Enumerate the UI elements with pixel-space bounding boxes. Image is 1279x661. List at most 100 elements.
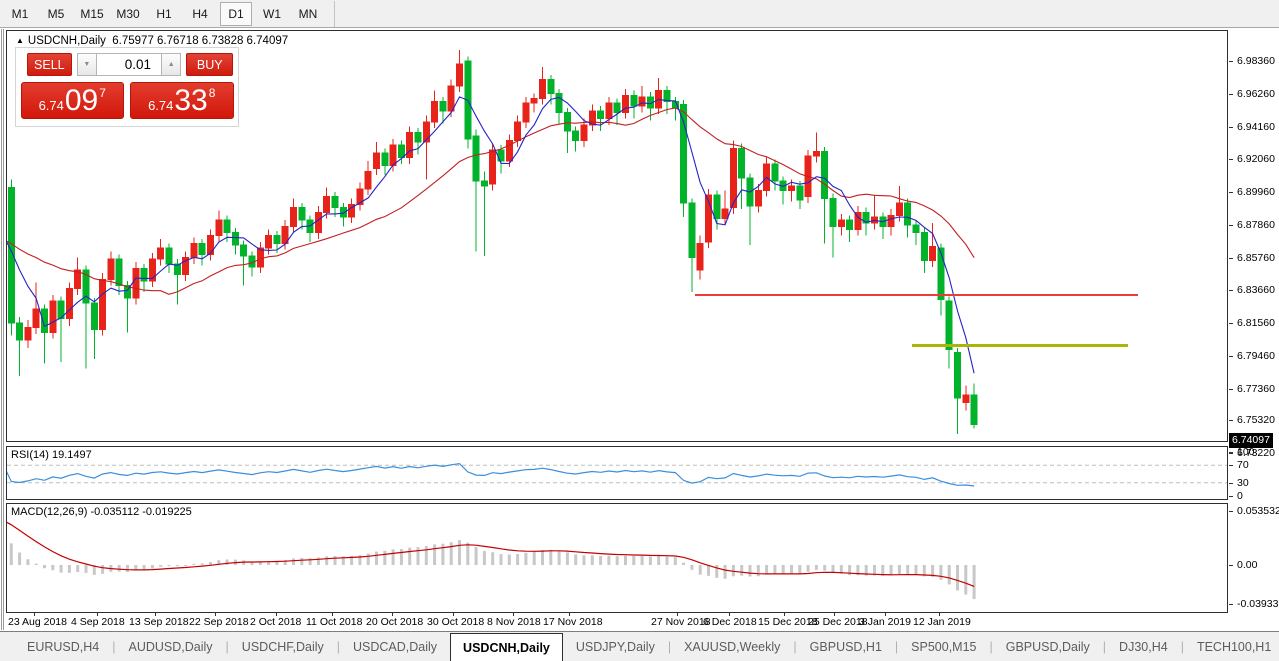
macd-label: MACD(12,26,9) -0.035112 -0.019225 (11, 506, 192, 518)
rsi-axis-label: 0 (1237, 490, 1243, 502)
timeframe-toolbar: M1M5M15M30H1H4D1W1MN (0, 0, 1279, 28)
volume-decrease-button[interactable]: ▼ (77, 53, 97, 76)
timeframe-button-d1[interactable]: D1 (220, 2, 252, 26)
rsi-panel[interactable]: RSI(14) 19.1497 (6, 446, 1228, 500)
price-axis-label: 6.77360 (1237, 383, 1275, 395)
rsi-axis-tick (1229, 483, 1233, 484)
trading-terminal: { "toolbar": { "timeframes": ["M1","M5",… (0, 0, 1279, 661)
rsi-axis-tick (1229, 496, 1233, 497)
price-axis-tick (1229, 389, 1233, 390)
date-axis-label: 4 Sep 2018 (71, 616, 125, 628)
tab-dj30-h4[interactable]: DJ30,H4 (1106, 632, 1181, 661)
macd-panel[interactable]: MACD(12,26,9) -0.035112 -0.019225 (6, 503, 1228, 613)
chart-title: ▲ USDCNH,Daily 6.75977 6.76718 6.73828 6.… (16, 35, 288, 47)
sell-price-major: 6.74 (39, 98, 64, 113)
price-axis-label: 6.75320 (1237, 414, 1275, 426)
price-axis-label: 6.94160 (1237, 121, 1275, 133)
timeframe-button-m5[interactable]: M5 (40, 2, 72, 26)
date-axis[interactable]: 23 Aug 20184 Sep 201813 Sep 201822 Sep 2… (6, 613, 1228, 630)
sell-price-pips: 09 (65, 84, 98, 118)
date-axis-label: 6 Dec 2018 (703, 616, 757, 628)
price-axis-label: 6.81560 (1237, 317, 1275, 329)
price-axis-label: 6.98360 (1237, 55, 1275, 67)
chart-ohlc-values: 6.75977 6.76718 6.73828 6.74097 (112, 35, 288, 47)
price-axis-tick (1229, 290, 1233, 291)
tab-gbpusd-daily[interactable]: GBPUSD,Daily (993, 632, 1103, 661)
date-axis-label: 2 Oct 2018 (250, 616, 301, 628)
chart-symbol-label: USDCNH,Daily (28, 35, 106, 47)
tab-eurusd-h4[interactable]: EURUSD,H4 (14, 632, 112, 661)
chart-tab-bar: EURUSD,H4|AUDUSD,Daily|USDCHF,Daily|USDC… (0, 631, 1279, 661)
price-axis-label: 6.87860 (1237, 219, 1275, 231)
price-axis-tick (1229, 127, 1233, 128)
price-axis-label: 6.85760 (1237, 252, 1275, 264)
price-axis-tick (1229, 420, 1233, 421)
timeframe-button-m30[interactable]: M30 (112, 2, 144, 26)
rsi-axis-label: 30 (1237, 477, 1249, 489)
volume-input[interactable] (97, 53, 161, 76)
date-axis-label: 11 Oct 2018 (306, 616, 362, 628)
price-axis-tick (1229, 159, 1233, 160)
tab-xauusd-weekly[interactable]: XAUUSD,Weekly (671, 632, 793, 661)
tab-gbpusd-h1[interactable]: GBPUSD,H1 (797, 632, 895, 661)
rsi-axis-label: 100 (1237, 446, 1255, 458)
date-axis-label: 30 Oct 2018 (427, 616, 484, 628)
tab-usdchf-daily[interactable]: USDCHF,Daily (229, 632, 337, 661)
timeframe-button-h4[interactable]: H4 (184, 2, 216, 26)
macd-axis-tick (1229, 511, 1233, 512)
timeframe-button-m1[interactable]: M1 (4, 2, 36, 26)
rsi-label: RSI(14) 19.1497 (11, 449, 92, 461)
tab-usdcnh-daily[interactable]: USDCNH,Daily (450, 633, 563, 661)
one-click-trading-panel: SELL ▼ ▲ BUY 6.74097 6.74338 (15, 47, 239, 127)
date-axis-label: 3 Jan 2019 (859, 616, 911, 628)
tab-usdcad-daily[interactable]: USDCAD,Daily (340, 632, 450, 661)
timeframe-button-mn[interactable]: MN (292, 2, 324, 26)
price-axis-tick (1229, 192, 1233, 193)
buy-price-major: 6.74 (148, 98, 173, 113)
price-axis-tick (1229, 356, 1233, 357)
price-axis-label: 6.83660 (1237, 284, 1275, 296)
price-axis-label: 6.89960 (1237, 186, 1275, 198)
buy-price-pips: 33 (174, 84, 207, 118)
chart-area: ▲ USDCNH,Daily 6.75977 6.76718 6.73828 6.… (0, 29, 1279, 630)
toolbar-separator (334, 1, 335, 27)
date-axis-label: 13 Sep 2018 (129, 616, 189, 628)
price-axis-label: 6.96260 (1237, 88, 1275, 100)
buy-button[interactable]: BUY (186, 53, 233, 76)
timeframe-button-h1[interactable]: H1 (148, 2, 180, 26)
macd-axis-label: 0.00 (1237, 559, 1257, 571)
tab-audusd-daily[interactable]: AUDUSD,Daily (116, 632, 226, 661)
collapse-arrow-icon[interactable]: ▲ (16, 36, 24, 45)
volume-increase-button[interactable]: ▲ (161, 53, 181, 76)
buy-price-point: 8 (209, 86, 216, 100)
macd-chart (7, 504, 1227, 612)
date-axis-label: 27 Nov 2018 (651, 616, 711, 628)
rsi-axis-label: 70 (1237, 459, 1249, 471)
macd-axis-tick (1229, 565, 1233, 566)
timeframe-button-m15[interactable]: M15 (76, 2, 108, 26)
sell-button[interactable]: SELL (27, 53, 72, 76)
rsi-axis-tick (1229, 452, 1233, 453)
price-axis-tick (1229, 61, 1233, 62)
date-axis-label: 8 Nov 2018 (487, 616, 541, 628)
price-axis-tick (1229, 323, 1233, 324)
price-axis-tick (1229, 453, 1233, 454)
rsi-chart (7, 447, 1227, 499)
price-axis-tick (1229, 258, 1233, 259)
timeframe-button-w1[interactable]: W1 (256, 2, 288, 26)
price-axis[interactable]: 6.74097 6.983606.962606.941606.920606.89… (1228, 29, 1279, 630)
date-axis-label: 17 Nov 2018 (543, 616, 603, 628)
sell-price-button[interactable]: 6.74097 (21, 82, 124, 119)
tab-sp500-m15[interactable]: SP500,M15 (898, 632, 989, 661)
macd-axis-tick (1229, 604, 1233, 605)
price-axis-label: 6.92060 (1237, 153, 1275, 165)
tab-tech100-h1[interactable]: TECH100,H1 (1184, 632, 1279, 661)
buy-price-button[interactable]: 6.74338 (130, 82, 235, 119)
date-axis-label: 20 Oct 2018 (366, 616, 423, 628)
date-axis-label: 22 Sep 2018 (189, 616, 249, 628)
price-axis-tick (1229, 225, 1233, 226)
price-chart-panel[interactable]: ▲ USDCNH,Daily 6.75977 6.76718 6.73828 6.… (6, 30, 1228, 442)
tab-usdjpy-daily[interactable]: USDJPY,Daily (563, 632, 668, 661)
window-edge (1, 29, 4, 630)
date-axis-label: 12 Jan 2019 (913, 616, 971, 628)
